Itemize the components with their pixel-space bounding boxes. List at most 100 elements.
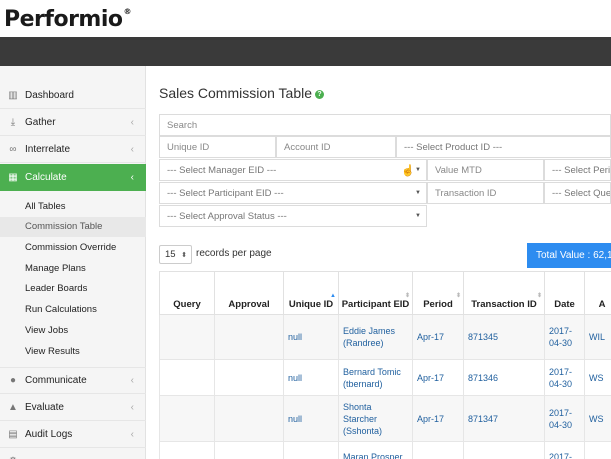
page-length-value: 15 <box>165 249 176 260</box>
chevron-left-icon: ‹ <box>130 401 134 413</box>
column-header-participant-eid[interactable]: Participant EID ⬍ <box>338 271 413 315</box>
table-row[interactable]: Maran Prosper 2017- <box>159 441 611 459</box>
brand-bar: Performio® <box>0 0 611 37</box>
sidebar-sub-leader-boards[interactable]: Leader Boards <box>0 279 146 299</box>
total-value-button[interactable]: Total Value : 62,1 <box>527 243 611 268</box>
chevron-left-icon: ‹ <box>130 143 134 155</box>
cell-transaction-id[interactable]: 871346 <box>463 359 545 396</box>
cell-approval[interactable] <box>214 359 284 396</box>
sidebar-item-audit-logs[interactable]: ▤ Audit Logs ‹ <box>0 421 146 448</box>
column-header-query[interactable]: Query <box>159 271 215 315</box>
cell-unique-id: null <box>283 359 339 396</box>
cell-date: 2017-04-30 <box>544 314 585 360</box>
cell-approval[interactable] <box>214 395 284 442</box>
sort-asc-icon: ▲ <box>330 293 336 299</box>
bar-chart-icon: ▥ <box>8 89 18 101</box>
logo-text: Performio <box>4 7 123 32</box>
cell-participant-eid[interactable]: Bernard Tomic (tbernard) <box>338 359 413 396</box>
cell-transaction-id[interactable]: 871345 <box>463 314 545 360</box>
cell-extra: WS <box>584 395 611 442</box>
column-header-label: A <box>598 299 606 310</box>
sidebar-sub-commission-table[interactable]: Commission Table <box>0 217 146 237</box>
hand-cursor-icon: ☝ <box>401 165 415 177</box>
sort-icon: ⬍ <box>536 293 542 299</box>
help-icon[interactable]: ? <box>315 89 325 99</box>
cell-approval[interactable] <box>214 314 284 360</box>
cell-query[interactable] <box>159 441 215 459</box>
sidebar-item-gather[interactable]: ⤓ Gather ‹ <box>0 109 146 136</box>
cell-approval[interactable] <box>214 441 284 459</box>
manager-eid-select-value: --- Select Manager EID --- <box>167 164 277 176</box>
sort-icon: ⬍ <box>455 293 461 299</box>
sidebar-item-label: Communicate <box>25 375 87 386</box>
sidebar-item-more[interactable]: ⚙ <box>0 448 146 459</box>
table-row[interactable]: null Eddie James (Randree) Apr-17 871345… <box>159 314 611 360</box>
performio-logo[interactable]: Performio® <box>4 7 131 32</box>
cell-period: Apr-17 <box>412 359 464 396</box>
cell-query[interactable] <box>159 395 215 442</box>
sidebar-item-evaluate[interactable]: ▲ Evaluate ‹ <box>0 394 146 421</box>
query-select-value: --- Select Quer <box>552 187 611 199</box>
account-id-field[interactable]: Account ID <box>276 136 396 158</box>
table-icon: ▦ <box>8 172 18 183</box>
sidebar-sub-view-jobs[interactable]: View Jobs <box>0 321 146 341</box>
page-length-select[interactable]: 15 ⬍ <box>159 245 192 264</box>
approval-status-select[interactable]: --- Select Approval Status --- ▼ <box>159 205 427 227</box>
cell-period: Apr-17 <box>412 314 464 360</box>
table-row[interactable]: null Bernard Tomic (tbernard) Apr-17 871… <box>159 359 611 396</box>
product-id-select[interactable]: --- Select Product ID --- <box>396 136 611 158</box>
period-select-value: --- Select Perio <box>552 164 611 176</box>
sidebar-sub-all-tables[interactable]: All Tables <box>0 197 146 217</box>
commission-table: Query Approval Unique ID ▲ Participant EI… <box>159 271 611 459</box>
thumbs-up-icon: ▲ <box>8 401 18 413</box>
column-header-transaction-id[interactable]: Transaction ID ⬍ <box>463 271 545 315</box>
cell-participant-eid[interactable]: Maran Prosper <box>338 441 413 459</box>
table-row[interactable]: null Shonta Starcher (Sshonta) Apr-17 87… <box>159 395 611 442</box>
cell-participant-eid[interactable]: Shonta Starcher (Sshonta) <box>338 395 413 442</box>
sidebar-item-calculate[interactable]: ▦ Calculate ‹ <box>0 164 146 191</box>
book-icon: ▤ <box>8 428 18 440</box>
cell-transaction-id[interactable]: 871347 <box>463 395 545 442</box>
value-mtd-field[interactable]: Value MTD <box>427 159 544 181</box>
period-select[interactable]: --- Select Perio <box>544 159 611 181</box>
cell-query[interactable] <box>159 359 215 396</box>
participant-eid-select-value: --- Select Participant EID --- <box>167 187 284 199</box>
participant-eid-select[interactable]: --- Select Participant EID --- ▼ <box>159 182 427 204</box>
column-header-label: Unique ID <box>288 299 334 310</box>
table-header-row: Query Approval Unique ID ▲ Participant EI… <box>159 271 611 315</box>
sidebar-sub-manage-plans[interactable]: Manage Plans <box>0 259 146 279</box>
cell-period <box>412 441 464 459</box>
sidebar-sub-commission-override[interactable]: Commission Override <box>0 238 146 258</box>
unique-id-field[interactable]: Unique ID <box>159 136 276 158</box>
download-icon: ⤓ <box>10 116 16 128</box>
cell-unique-id: null <box>283 314 339 360</box>
sidebar-sub-run-calculations[interactable]: Run Calculations <box>0 300 146 320</box>
cell-date: 2017-04-30 <box>544 395 585 442</box>
sidebar-sub-view-results[interactable]: View Results <box>0 342 146 362</box>
sidebar-item-communicate[interactable]: ● Communicate ‹ <box>0 367 146 394</box>
column-header-a[interactable]: A <box>584 271 611 315</box>
cell-transaction-id[interactable] <box>463 441 545 459</box>
logo-reg-mark: ® <box>123 7 132 16</box>
query-select[interactable]: --- Select Quer <box>544 182 611 204</box>
cell-participant-eid[interactable]: Eddie James (Randree) <box>338 314 413 360</box>
column-header-period[interactable]: Period ⬍ <box>412 271 464 315</box>
sidebar-item-label: Audit Logs <box>25 428 73 440</box>
sidebar-item-interrelate[interactable]: ∞ Interrelate ‹ <box>0 136 146 163</box>
column-header-label: Query <box>173 299 201 310</box>
column-header-date[interactable]: Date <box>544 271 585 315</box>
column-header-unique-id[interactable]: Unique ID ▲ <box>283 271 339 315</box>
search-input[interactable]: Search <box>159 114 611 136</box>
approval-status-select-value: --- Select Approval Status --- <box>167 210 287 222</box>
sidebar-item-label: Dashboard <box>25 89 74 101</box>
sidebar-item-dashboard[interactable]: ▥ Dashboard <box>0 82 146 109</box>
page-title: Sales Commission Table? <box>159 85 325 101</box>
cell-query[interactable] <box>159 314 215 360</box>
cell-period: Apr-17 <box>412 395 464 442</box>
column-header-approval[interactable]: Approval <box>214 271 284 315</box>
page-title-text: Sales Commission Table <box>159 85 313 101</box>
cell-date: 2017- <box>544 441 585 459</box>
transaction-id-field[interactable]: Transaction ID <box>427 182 544 204</box>
manager-eid-select[interactable]: --- Select Manager EID --- ▼ <box>159 159 427 181</box>
sort-icon: ⬍ <box>404 293 410 299</box>
